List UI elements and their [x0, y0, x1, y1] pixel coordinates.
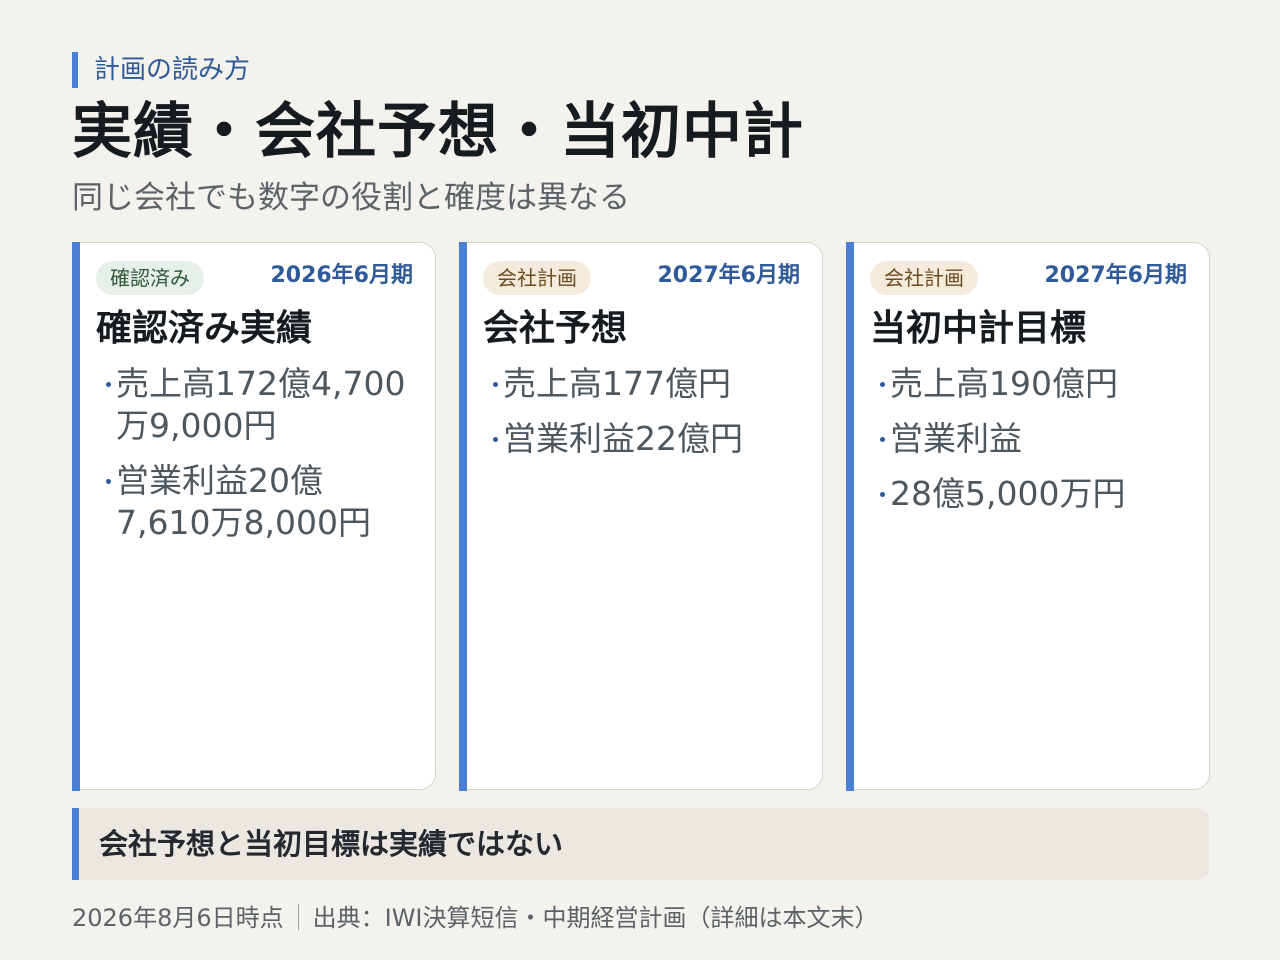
- list-item: 営業利益: [880, 418, 1189, 460]
- status-badge: 確認済み: [96, 261, 204, 295]
- card-company-forecast: 会社計画 2027年6月期 会社予想 売上高177億円 営業利益22億円: [459, 241, 823, 791]
- metric-list: 売上高177億円 営業利益22億円: [493, 363, 802, 473]
- footer: 2026年8月6日時点 出典：IWI決算短信・中期経営計画（詳細は本文末）: [72, 900, 879, 936]
- divider: [297, 904, 299, 930]
- card-initial-plan-target: 会社計画 2027年6月期 当初中計目標 売上高190億円 営業利益 28億5,…: [846, 241, 1210, 791]
- metric-list: 売上高172億4,700万9,000円 営業利益20億7,610万8,000円: [106, 363, 415, 557]
- card-title: 確認済み実績: [96, 308, 313, 349]
- card-title: 会社予想: [483, 308, 628, 349]
- page-title: 実績・会社予想・当初中計: [72, 97, 804, 167]
- status-badge: 会社計画: [483, 261, 591, 295]
- fiscal-period: 2026年6月期: [270, 263, 413, 288]
- callout-note: 会社予想と当初目標は実績ではない: [72, 808, 1209, 880]
- list-item: 売上高190億円: [880, 363, 1189, 405]
- card-confirmed-results: 確認済み 2026年6月期 確認済み実績 売上高172億4,700万9,000円…: [72, 241, 436, 791]
- fiscal-period: 2027年6月期: [1044, 263, 1187, 288]
- as-of-date: 2026年8月6日時点: [72, 904, 284, 932]
- status-badge: 会社計画: [870, 261, 978, 295]
- card-title: 当初中計目標: [870, 308, 1087, 349]
- list-item: 売上高172億4,700万9,000円: [106, 363, 415, 447]
- page-subtitle: 同じ会社でも数字の役割と確度は異なる: [72, 180, 630, 216]
- infographic: 計画の読み方 実績・会社予想・当初中計 同じ会社でも数字の役割と確度は異なる 確…: [0, 0, 1280, 960]
- list-item: 営業利益22億円: [493, 418, 802, 460]
- section-kicker: 計画の読み方: [72, 52, 250, 88]
- source-note: 出典：IWI決算短信・中期経営計画（詳細は本文末）: [312, 904, 879, 932]
- metric-list: 売上高190億円 営業利益 28億5,000万円: [880, 363, 1189, 528]
- list-item: 28億5,000万円: [880, 473, 1189, 515]
- fiscal-period: 2027年6月期: [657, 263, 800, 288]
- list-item: 営業利益20億7,610万8,000円: [106, 460, 415, 544]
- list-item: 売上高177億円: [493, 363, 802, 405]
